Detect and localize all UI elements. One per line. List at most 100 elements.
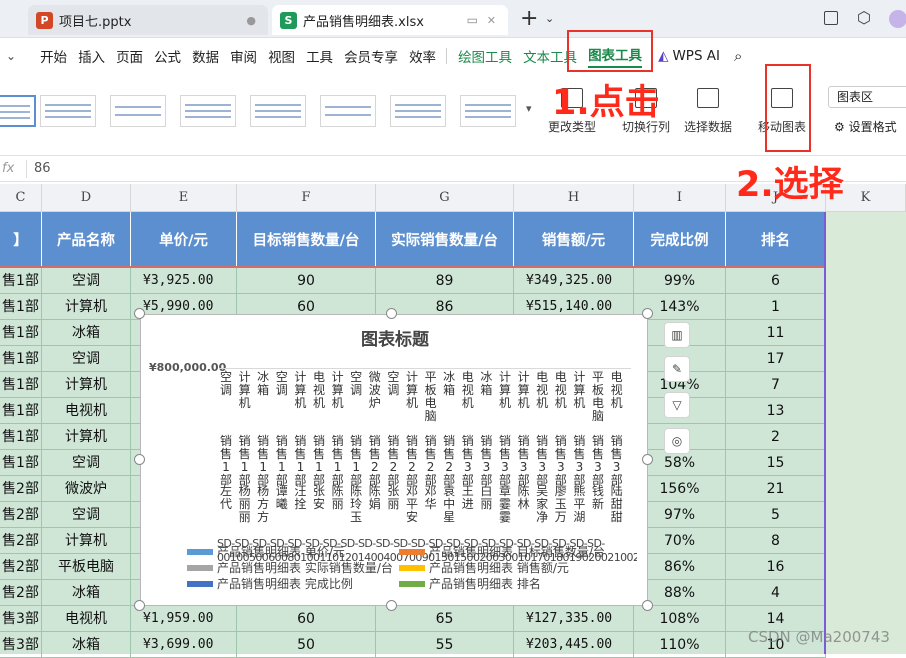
chart-area-select[interactable]: 图表区 <box>828 86 906 108</box>
table-cell[interactable]: 65 <box>376 606 514 632</box>
table-cell[interactable]: 售1部 <box>0 346 42 372</box>
resize-handle-bl[interactable] <box>134 600 145 611</box>
table-cell[interactable]: 计算机 <box>42 424 131 450</box>
resize-handle-tr[interactable] <box>642 308 653 319</box>
styles-more-icon[interactable]: ▾ <box>526 102 532 115</box>
menu-view[interactable]: 视图 <box>268 46 295 66</box>
menu-member[interactable]: 会员专享 <box>344 46 398 66</box>
col-header-h[interactable]: H <box>514 184 634 212</box>
table-cell[interactable]: 空调 <box>42 450 131 476</box>
table-cell[interactable]: 110% <box>634 632 726 658</box>
col-header-c[interactable]: C <box>0 184 42 212</box>
table-cell[interactable]: 售2部 <box>0 554 42 580</box>
header-cell-dept[interactable]: 】 <box>0 212 42 266</box>
table-cell[interactable]: ¥3,925.00 <box>131 268 237 294</box>
table-cell[interactable]: 7 <box>726 372 826 398</box>
table-cell[interactable]: 6 <box>726 268 826 294</box>
table-cell[interactable]: 冰箱 <box>42 632 131 658</box>
col-header-g[interactable]: G <box>376 184 514 212</box>
table-cell[interactable]: 11 <box>726 320 826 346</box>
menu-drawing-tools[interactable]: 绘图工具 <box>458 46 512 66</box>
col-header-i[interactable]: I <box>634 184 726 212</box>
formula-input[interactable]: 86 <box>34 161 51 176</box>
table-cell[interactable]: 微波炉 <box>42 476 131 502</box>
table-cell[interactable]: 21 <box>726 476 826 502</box>
table-cell[interactable]: 售2部 <box>0 502 42 528</box>
legend-entry[interactable]: 产品销售明细表 单价/元 <box>187 543 345 560</box>
table-cell[interactable]: 89 <box>376 268 514 294</box>
table-cell[interactable]: 50 <box>237 632 376 658</box>
table-cell[interactable]: ¥127,335.00 <box>514 606 634 632</box>
menu-formula[interactable]: 公式 <box>154 46 181 66</box>
resize-handle-r[interactable] <box>642 454 653 465</box>
table-cell[interactable]: 平板电脑 <box>42 554 131 580</box>
table-cell[interactable]: 电视机 <box>42 398 131 424</box>
set-format-button[interactable]: ⚙ 设置格式 <box>834 118 897 135</box>
close-icon[interactable]: ✕ <box>487 14 496 27</box>
table-cell[interactable]: ¥3,699.00 <box>131 632 237 658</box>
table-cell[interactable]: 8 <box>726 528 826 554</box>
table-cell[interactable]: 售2部 <box>0 580 42 606</box>
table-cell[interactable]: 4 <box>726 580 826 606</box>
table-cell[interactable]: 计算机 <box>42 294 131 320</box>
table-cell[interactable]: 1 <box>726 294 826 320</box>
legend-entry[interactable]: 产品销售明细表 销售额/元 <box>399 559 569 576</box>
table-cell[interactable]: ¥1,959.00 <box>131 606 237 632</box>
chart-filter-icon[interactable]: ▽ <box>664 392 690 418</box>
table-cell[interactable]: 16 <box>726 554 826 580</box>
legend-entry[interactable]: 产品销售明细表 目标销售数量/台 <box>399 543 605 560</box>
table-cell[interactable]: 售3部 <box>0 632 42 658</box>
table-cell[interactable]: 空调 <box>42 346 131 372</box>
chart-object[interactable]: 图表标题 ¥800,000.00 空调 销售1部 左代 计算机 销售1部 杨丽丽 冰箱 销售1… <box>140 314 648 606</box>
table-cell[interactable]: 冰箱 <box>42 580 131 606</box>
table-cell[interactable]: 13 <box>726 398 826 424</box>
window-icon[interactable] <box>824 11 838 25</box>
tab-pptx[interactable]: P 项目七.pptx ● <box>28 5 268 35</box>
menu-home[interactable]: 开始 <box>40 46 67 66</box>
table-cell[interactable]: 计算机 <box>42 372 131 398</box>
menu-wps-ai[interactable]: WPS AI <box>672 48 720 64</box>
table-cell[interactable]: 售1部 <box>0 450 42 476</box>
menu-review[interactable]: 审阅 <box>230 46 257 66</box>
resize-handle-l[interactable] <box>134 454 145 465</box>
table-cell[interactable]: 售2部 <box>0 476 42 502</box>
chart-style-3[interactable] <box>110 95 166 127</box>
menu-chevron-icon[interactable]: ⌄ <box>6 49 16 63</box>
chart-style-4[interactable] <box>180 95 236 127</box>
menu-insert[interactable]: 插入 <box>78 46 105 66</box>
table-cell[interactable]: 售1部 <box>0 294 42 320</box>
chart-style-2[interactable] <box>40 95 96 127</box>
legend-entry[interactable]: 产品销售明细表 实际销售数量/台 <box>187 559 393 576</box>
menu-efficiency[interactable]: 效率 <box>409 46 436 66</box>
chart-style-8[interactable] <box>460 95 516 127</box>
chart-settings-icon[interactable]: ◎ <box>664 428 690 454</box>
menu-data[interactable]: 数据 <box>192 46 219 66</box>
table-cell[interactable]: 60 <box>237 606 376 632</box>
table-cell[interactable]: 90 <box>237 268 376 294</box>
avatar[interactable] <box>889 10 906 28</box>
menu-tools[interactable]: 工具 <box>306 46 333 66</box>
header-cell-ratio[interactable]: 完成比例 <box>634 212 726 266</box>
cube-icon[interactable]: ⬡ <box>857 8 871 27</box>
table-cell[interactable]: 空调 <box>42 502 131 528</box>
chart-styles-icon[interactable]: ✎ <box>664 356 690 382</box>
search-icon[interactable]: ⌕ <box>734 47 742 65</box>
table-cell[interactable]: 2 <box>726 424 826 450</box>
chart-style-6[interactable] <box>320 95 376 127</box>
col-header-e[interactable]: E <box>131 184 237 212</box>
table-cell[interactable]: 5 <box>726 502 826 528</box>
chart-elements-icon[interactable]: ▥ <box>664 322 690 348</box>
table-cell[interactable]: 售1部 <box>0 398 42 424</box>
table-cell[interactable]: 售1部 <box>0 268 42 294</box>
chart-style-7[interactable] <box>390 95 446 127</box>
table-cell[interactable]: 售1部 <box>0 320 42 346</box>
tab-xlsx[interactable]: S 产品销售明细表.xlsx ▭ ✕ <box>272 5 508 35</box>
chart-style-1[interactable] <box>0 95 36 127</box>
column-k-area[interactable] <box>826 212 906 654</box>
table-cell[interactable]: 55 <box>376 632 514 658</box>
new-tab-icon[interactable]: + <box>520 6 538 31</box>
header-cell-rank[interactable]: 排名 <box>726 212 826 266</box>
legend-entry[interactable]: 产品销售明细表 排名 <box>399 575 541 592</box>
chevron-down-icon[interactable]: ⌄ <box>545 12 554 25</box>
table-cell[interactable]: 售1部 <box>0 372 42 398</box>
